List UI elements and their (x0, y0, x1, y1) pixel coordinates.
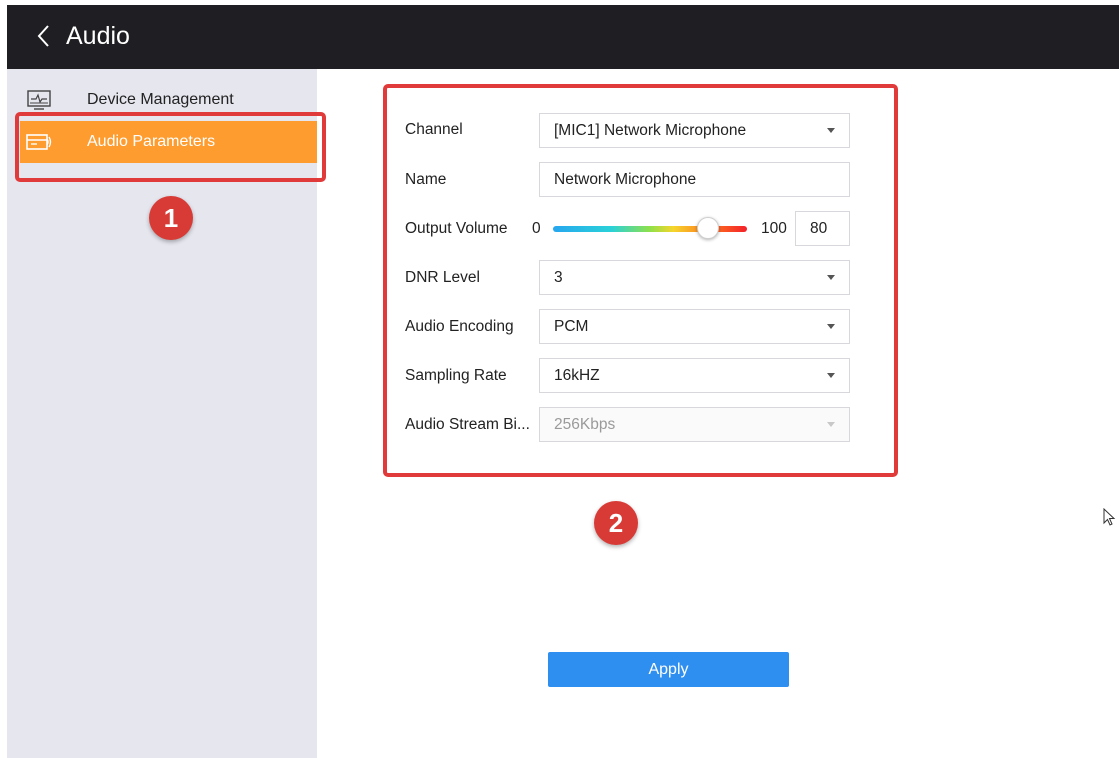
back-chevron-icon[interactable] (33, 22, 53, 50)
audio-encoding-label: Audio Encoding (405, 318, 514, 335)
sidebar-item-device-management[interactable]: Device Management (7, 76, 317, 124)
audio-parameters-icon (26, 130, 54, 154)
audio-stream-bitrate-value: 256Kbps (554, 415, 616, 433)
chevron-down-icon (827, 128, 835, 133)
chevron-down-icon (827, 422, 835, 427)
audio-encoding-select[interactable]: PCM (539, 309, 850, 344)
top-bar: Audio (7, 5, 1119, 69)
chevron-down-icon (827, 275, 835, 280)
device-management-icon (25, 88, 53, 112)
audio-encoding-value: PCM (554, 317, 589, 335)
volume-slider-handle[interactable] (697, 217, 720, 239)
output-volume-label: Output Volume (405, 220, 508, 237)
name-label: Name (405, 171, 447, 188)
dnr-level-value: 3 (554, 268, 563, 286)
sidebar-item-label: Audio Parameters (87, 133, 216, 150)
sampling-rate-label: Sampling Rate (405, 367, 507, 384)
channel-select[interactable]: [MIC1] Network Microphone (539, 113, 850, 148)
volume-max-label: 100 (761, 220, 787, 237)
sidebar: Device Management Audio Parameters (7, 69, 317, 758)
audio-stream-bitrate-select: 256Kbps (539, 407, 850, 442)
step-badge-1: 1 (149, 196, 193, 240)
chevron-down-icon (827, 373, 835, 378)
channel-value: [MIC1] Network Microphone (554, 121, 747, 139)
audio-stream-bitrate-label: Audio Stream Bi... (405, 416, 530, 433)
volume-value-input[interactable]: 80 (795, 211, 850, 246)
channel-label: Channel (405, 121, 463, 138)
step-badge-2: 2 (594, 501, 638, 545)
chevron-down-icon (827, 324, 835, 329)
audio-settings-page: Audio Device Management Audio Parameters… (7, 5, 1119, 758)
sidebar-item-label: Device Management (87, 91, 234, 108)
page-title: Audio (66, 22, 130, 50)
sidebar-item-audio-parameters[interactable]: Audio Parameters (20, 121, 317, 163)
name-value: Network Microphone (554, 170, 697, 188)
sampling-rate-value: 16kHZ (554, 366, 600, 384)
name-input[interactable]: Network Microphone (539, 162, 850, 197)
dnr-level-label: DNR Level (405, 269, 480, 286)
apply-button[interactable]: Apply (548, 652, 789, 687)
mouse-pointer-icon (1103, 507, 1117, 528)
sampling-rate-select[interactable]: 16kHZ (539, 358, 850, 393)
dnr-level-select[interactable]: 3 (539, 260, 850, 295)
volume-min-label: 0 (532, 220, 541, 237)
